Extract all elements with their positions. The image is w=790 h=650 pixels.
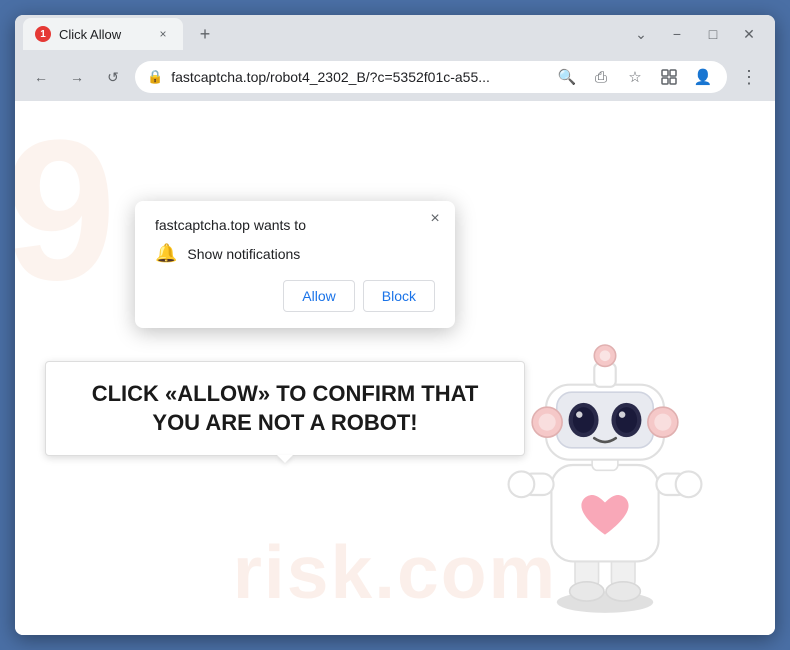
permission-popup: × fastcaptcha.top wants to 🔔 Show notifi… [135, 201, 455, 328]
lock-icon: 🔒 [147, 69, 163, 85]
url-text: fastcaptcha.top/robot4_2302_B/?c=5352f01… [171, 69, 539, 85]
extension-icon[interactable] [657, 65, 681, 89]
notification-text: Show notifications [187, 246, 300, 262]
search-icon[interactable]: 🔍 [555, 65, 579, 89]
bell-icon: 🔔 [155, 243, 177, 264]
address-bar: ← → ↺ 🔒 fastcaptcha.top/robot4_2302_B/?c… [15, 53, 775, 101]
popup-close-button[interactable]: × [425, 209, 445, 229]
browser-window: 1 Click Allow × + ⌄ − □ ✕ ← → ↺ 🔒 fastca… [15, 15, 775, 635]
close-window-button[interactable]: ✕ [739, 26, 759, 43]
chevron-down-icon[interactable]: ⌄ [631, 26, 651, 43]
title-bar: 1 Click Allow × + ⌄ − □ ✕ [15, 15, 775, 53]
captcha-instruction-text: CLICK «ALLOW» TO CONFIRM THAT YOU ARE NO… [66, 380, 504, 437]
window-controls: ⌄ − □ ✕ [631, 26, 767, 43]
tab-favicon: 1 [35, 26, 51, 42]
robot-illustration [495, 315, 715, 615]
allow-button[interactable]: Allow [283, 280, 354, 312]
tab-title: Click Allow [59, 27, 147, 42]
url-bar[interactable]: 🔒 fastcaptcha.top/robot4_2302_B/?c=5352f… [135, 61, 727, 93]
forward-button[interactable]: → [63, 63, 91, 91]
block-button[interactable]: Block [363, 280, 435, 312]
back-button[interactable]: ← [27, 63, 55, 91]
tab-close-button[interactable]: × [155, 26, 171, 42]
maximize-button[interactable]: □ [703, 26, 723, 42]
minimize-button[interactable]: − [667, 26, 687, 42]
notification-row: 🔔 Show notifications [155, 243, 435, 264]
new-tab-button[interactable]: + [191, 20, 219, 48]
url-toolbar: 🔍 ⎙ ☆ 👤 [555, 65, 715, 89]
menu-button[interactable]: ⋮ [735, 63, 763, 91]
captcha-speech-bubble: CLICK «ALLOW» TO CONFIRM THAT YOU ARE NO… [45, 361, 525, 456]
profile-icon[interactable]: 👤 [691, 65, 715, 89]
page-content: 9 risk.com × fastcaptcha.top wants to 🔔 … [15, 101, 775, 635]
share-icon[interactable]: ⎙ [589, 65, 613, 89]
popup-title: fastcaptcha.top wants to [155, 217, 435, 233]
browser-tab[interactable]: 1 Click Allow × [23, 18, 183, 50]
robot-svg [495, 315, 715, 615]
reload-button[interactable]: ↺ [99, 63, 127, 91]
bookmark-icon[interactable]: ☆ [623, 65, 647, 89]
popup-buttons: Allow Block [155, 280, 435, 312]
